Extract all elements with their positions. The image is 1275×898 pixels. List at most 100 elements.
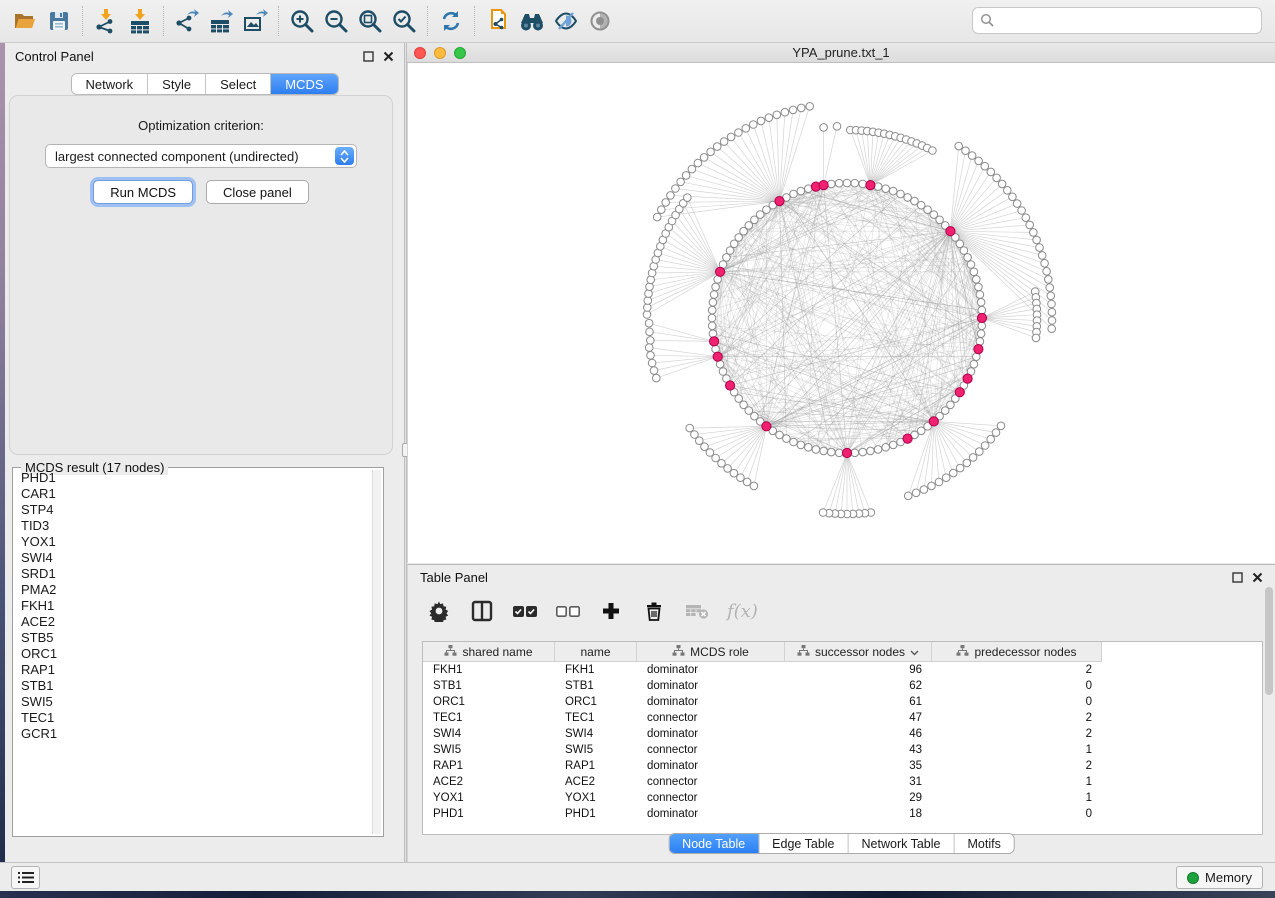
graph-node[interactable] bbox=[783, 435, 791, 443]
graph-leaf-node[interactable] bbox=[646, 328, 654, 336]
graph-leaf-node[interactable] bbox=[1038, 252, 1046, 260]
graph-leaf-node[interactable] bbox=[1043, 268, 1051, 276]
graph-leaf-node[interactable] bbox=[648, 359, 656, 367]
select-all-checkboxes-icon[interactable] bbox=[512, 598, 538, 624]
show-details-icon[interactable] bbox=[583, 4, 617, 38]
delete-column-icon[interactable] bbox=[641, 598, 667, 624]
import-table-icon[interactable] bbox=[123, 4, 157, 38]
graph-node[interactable] bbox=[828, 448, 836, 456]
graph-node[interactable] bbox=[723, 254, 731, 262]
graph-leaf-node[interactable] bbox=[662, 199, 670, 207]
graph-leaf-node[interactable] bbox=[1033, 236, 1041, 244]
search-binoculars-icon[interactable] bbox=[515, 4, 549, 38]
graph-mcds-node[interactable] bbox=[974, 345, 983, 354]
graph-leaf-node[interactable] bbox=[819, 509, 827, 517]
graph-node[interactable] bbox=[797, 441, 805, 449]
graph-leaf-node[interactable] bbox=[904, 492, 912, 500]
graph-leaf-node[interactable] bbox=[773, 111, 781, 119]
graph-leaf-node[interactable] bbox=[981, 162, 989, 170]
graph-leaf-node[interactable] bbox=[981, 442, 989, 450]
graph-leaf-node[interactable] bbox=[806, 103, 814, 111]
mcds-result-item[interactable]: FKH1 bbox=[15, 598, 371, 614]
graph-node[interactable] bbox=[889, 187, 897, 195]
graph-leaf-node[interactable] bbox=[820, 124, 828, 132]
graph-node[interactable] bbox=[859, 180, 867, 188]
mcds-result-list[interactable]: PHD1CAR1STP4TID3YOX1SWI4SRD1PMA2FKH1ACE2… bbox=[15, 470, 371, 834]
split-view-icon[interactable] bbox=[469, 598, 495, 624]
search-input[interactable] bbox=[995, 13, 1254, 28]
graph-leaf-node[interactable] bbox=[750, 121, 758, 129]
graph-leaf-node[interactable] bbox=[644, 297, 652, 305]
mcds-result-item[interactable]: ORC1 bbox=[15, 646, 371, 662]
column-header-shared-name[interactable]: shared name bbox=[423, 642, 555, 662]
graph-mcds-node[interactable] bbox=[842, 448, 851, 457]
graph-leaf-node[interactable] bbox=[1048, 317, 1056, 325]
graph-node[interactable] bbox=[709, 299, 717, 307]
graph-leaf-node[interactable] bbox=[997, 422, 1005, 430]
graph-mcds-node[interactable] bbox=[977, 313, 986, 322]
memory-button[interactable]: Memory bbox=[1176, 866, 1263, 889]
table-row[interactable]: STB1STB1dominator620 bbox=[423, 678, 1262, 694]
zoom-selected-icon[interactable] bbox=[387, 4, 421, 38]
graph-leaf-node[interactable] bbox=[1026, 221, 1034, 229]
graph-leaf-node[interactable] bbox=[935, 478, 943, 486]
criterion-select[interactable]: largest connected component (undirected) bbox=[45, 144, 357, 168]
zoom-fit-icon[interactable] bbox=[353, 4, 387, 38]
graph-leaf-node[interactable] bbox=[968, 152, 976, 160]
graph-leaf-node[interactable] bbox=[1047, 292, 1055, 300]
table-scrollbar-thumb[interactable] bbox=[1265, 587, 1273, 695]
graph-node[interactable] bbox=[978, 306, 986, 314]
mcds-result-item[interactable]: CAR1 bbox=[15, 486, 371, 502]
tab-style[interactable]: Style bbox=[148, 74, 206, 94]
tab-edge-table[interactable]: Edge Table bbox=[759, 834, 848, 853]
graph-node[interactable] bbox=[708, 322, 716, 330]
graph-node[interactable] bbox=[967, 261, 975, 269]
graph-node[interactable] bbox=[851, 449, 859, 457]
graph-leaf-node[interactable] bbox=[993, 174, 1001, 182]
graph-leaf-node[interactable] bbox=[920, 486, 928, 494]
mcds-result-item[interactable]: TID3 bbox=[15, 518, 371, 534]
graph-node[interactable] bbox=[897, 190, 905, 198]
graph-leaf-node[interactable] bbox=[833, 123, 841, 131]
graph-leaf-node[interactable] bbox=[645, 344, 653, 352]
graph-leaf-node[interactable] bbox=[1036, 244, 1044, 252]
graph-leaf-node[interactable] bbox=[1022, 214, 1030, 222]
settings-gear-icon[interactable] bbox=[426, 598, 452, 624]
graph-leaf-node[interactable] bbox=[765, 114, 773, 122]
graph-node[interactable] bbox=[820, 447, 828, 455]
graph-node[interactable] bbox=[708, 306, 716, 314]
graph-leaf-node[interactable] bbox=[1009, 193, 1017, 201]
deselect-all-checkboxes-icon[interactable] bbox=[555, 598, 581, 624]
graph-node[interactable] bbox=[812, 446, 820, 454]
graph-node[interactable] bbox=[828, 180, 836, 188]
close-panel-icon[interactable] bbox=[383, 51, 394, 62]
graph-node[interactable] bbox=[835, 179, 843, 187]
graph-leaf-node[interactable] bbox=[1032, 334, 1040, 342]
column-header-MCDS-role[interactable]: MCDS role bbox=[637, 642, 785, 662]
export-table-icon[interactable] bbox=[204, 4, 238, 38]
graph-mcds-node[interactable] bbox=[710, 337, 719, 346]
graph-node[interactable] bbox=[851, 179, 859, 187]
graph-leaf-node[interactable] bbox=[646, 283, 654, 291]
mcds-result-item[interactable]: ACE2 bbox=[15, 614, 371, 630]
graph-leaf-node[interactable] bbox=[643, 311, 651, 319]
graph-node[interactable] bbox=[843, 179, 851, 187]
graph-mcds-node[interactable] bbox=[946, 227, 955, 236]
graph-leaf-node[interactable] bbox=[742, 125, 750, 133]
float-table-panel-icon[interactable] bbox=[1232, 572, 1243, 583]
graph-leaf-node[interactable] bbox=[713, 143, 721, 151]
graph-leaf-node[interactable] bbox=[789, 106, 797, 114]
graph-leaf-node[interactable] bbox=[720, 138, 728, 146]
graph-mcds-node[interactable] bbox=[775, 197, 784, 206]
mcds-result-item[interactable]: SWI5 bbox=[15, 694, 371, 710]
graph-leaf-node[interactable] bbox=[682, 172, 690, 180]
function-builder-icon[interactable]: f(x) bbox=[727, 598, 758, 624]
graph-leaf-node[interactable] bbox=[647, 352, 655, 360]
graph-leaf-node[interactable] bbox=[950, 469, 958, 477]
graph-leaf-node[interactable] bbox=[912, 489, 920, 497]
tab-network-table[interactable]: Network Table bbox=[849, 834, 955, 853]
hide-details-icon[interactable] bbox=[549, 4, 583, 38]
graph-leaf-node[interactable] bbox=[645, 290, 653, 298]
graph-leaf-node[interactable] bbox=[976, 448, 984, 456]
table-row[interactable]: ACE2ACE2connector311 bbox=[423, 774, 1262, 790]
